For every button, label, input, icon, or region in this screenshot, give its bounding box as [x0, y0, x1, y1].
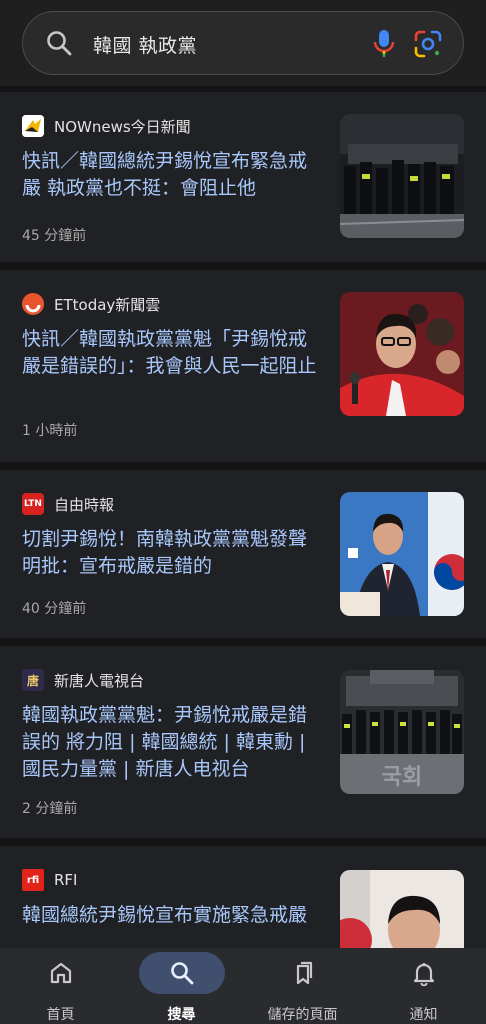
search-query[interactable]: 韓國 執政黨 [93, 31, 197, 58]
google-lens-icon[interactable] [413, 29, 443, 59]
ettoday-logo-icon [22, 293, 44, 315]
thumbnail-image[interactable]: 국회 [340, 670, 464, 794]
thumbnail-image[interactable] [340, 492, 464, 616]
news-feed: NOWnews今日新聞 快訊／韓國總統尹錫悅宣布緊急戒嚴 執政黨也不挺：會阻止他… [0, 86, 486, 948]
top-bar: 韓國 執政黨 [0, 0, 486, 86]
search-icon [47, 31, 72, 56]
nav-home-icon-wrap [18, 952, 104, 994]
source-name: ETtoday新聞雲 [54, 295, 161, 314]
news-card[interactable]: NOWnews今日新聞 快訊／韓國總統尹錫悅宣布緊急戒嚴 執政黨也不挺：會阻止他… [0, 92, 486, 262]
rfi-logo-icon: rfi [22, 869, 44, 891]
home-icon [50, 962, 71, 984]
bottom-navigation: 首頁 搜尋 儲存的頁面 通知 [0, 948, 486, 1024]
nav-search-label: 搜尋 [167, 1007, 196, 1023]
thumbnail-image[interactable] [340, 114, 464, 238]
headline-link[interactable]: 快訊／韓國執政黨黨魁「尹錫悅戒嚴是錯誤的」：我會與人民一起阻止 [22, 326, 322, 380]
source-row: 唐 新唐人電視台 [22, 668, 144, 692]
ntd-logo-icon: 唐 [22, 669, 44, 691]
nav-saved[interactable]: 儲存的頁面 [242, 948, 363, 1024]
nav-saved-label: 儲存的頁面 [267, 1007, 338, 1023]
nav-notifications[interactable]: 通知 [363, 948, 484, 1024]
headline-link[interactable]: 快訊／韓國總統尹錫悅宣布緊急戒嚴 執政黨也不挺：會阻止他 [22, 148, 322, 202]
source-row: LTN 自由時報 [22, 492, 114, 516]
nav-home-label: 首頁 [46, 1007, 75, 1023]
source-name: 新唐人電視台 [54, 671, 145, 690]
nav-saved-icon-wrap [260, 952, 346, 994]
published-time: 2 分鐘前 [22, 801, 78, 817]
nav-search-icon-wrap [138, 952, 225, 994]
thumbnail-image[interactable] [340, 292, 464, 416]
source-row: ETtoday新聞雲 [22, 292, 160, 316]
source-name: RFI [54, 871, 78, 889]
nav-notifications-label: 通知 [409, 1007, 438, 1023]
headline-link[interactable]: 切割尹錫悅！南韓執政黨黨魁發聲明批：宣布戒嚴是錯的 [22, 526, 322, 580]
search-icon [170, 962, 193, 985]
microphone-icon[interactable] [371, 28, 397, 60]
nav-home[interactable]: 首頁 [0, 948, 121, 1024]
search-bar[interactable]: 韓國 執政黨 [22, 11, 464, 75]
news-card[interactable]: 唐 新唐人電視台 韓國執政黨黨魁：尹錫悅戒嚴是錯誤的 將力阻 | 韓國總統 | … [0, 646, 486, 838]
thumbnail-image[interactable] [340, 870, 464, 948]
nav-search[interactable]: 搜尋 [121, 948, 242, 1024]
bell-icon [413, 963, 434, 986]
nav-notifications-icon-wrap [381, 952, 467, 994]
news-card[interactable]: ETtoday新聞雲 快訊／韓國執政黨黨魁「尹錫悅戒嚴是錯誤的」：我會與人民一起… [0, 270, 486, 462]
source-name: NOWnews今日新聞 [54, 117, 191, 136]
bookmarks-icon [296, 961, 312, 985]
nownews-logo-icon [22, 115, 44, 137]
published-time: 1 小時前 [22, 423, 78, 439]
news-card[interactable]: rfi RFI 韓國總統尹錫悅宣布實施緊急戒嚴 [0, 846, 486, 948]
news-card[interactable]: LTN 自由時報 切割尹錫悅！南韓執政黨黨魁發聲明批：宣布戒嚴是錯的 40 分鐘… [0, 470, 486, 638]
source-row: NOWnews今日新聞 [22, 114, 191, 138]
source-name: 自由時報 [54, 495, 115, 514]
ltn-logo-icon: LTN [22, 493, 44, 515]
source-row: rfi RFI [22, 868, 77, 892]
headline-link[interactable]: 韓國總統尹錫悅宣布實施緊急戒嚴 [22, 902, 322, 929]
published-time: 45 分鐘前 [22, 228, 87, 244]
published-time: 40 分鐘前 [22, 601, 87, 617]
headline-link[interactable]: 韓國執政黨黨魁：尹錫悅戒嚴是錯誤的 將力阻 | 韓國總統 | 韓東勳 | 國民力… [22, 702, 322, 783]
svg-text:국회: 국회 [382, 765, 422, 790]
